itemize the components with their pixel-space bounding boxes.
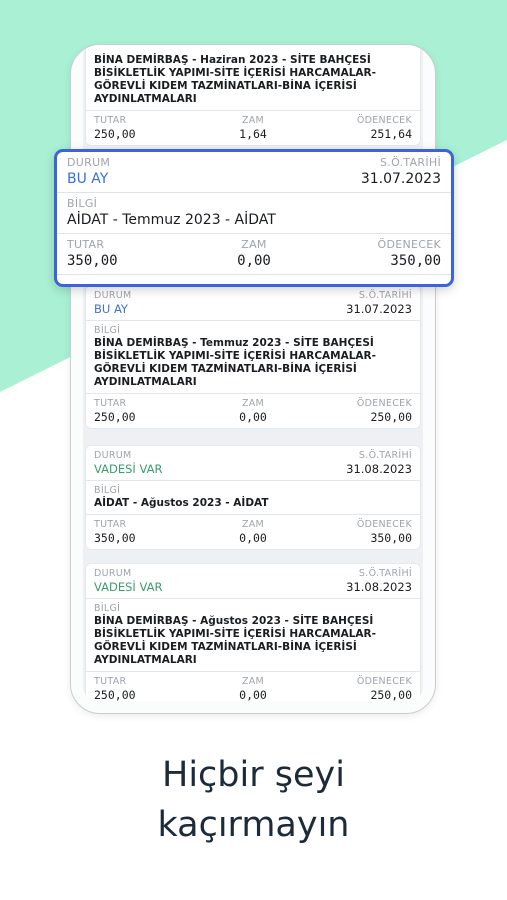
zam-label: ZAM bbox=[241, 238, 267, 251]
zam-label: ZAM bbox=[241, 115, 265, 126]
tutar-value: 250,00 bbox=[94, 688, 136, 701]
bilgi-label: BİLGİ bbox=[94, 325, 121, 336]
date-value: 31.07.2023 bbox=[346, 302, 412, 316]
zam-value: 1,64 bbox=[239, 127, 267, 141]
tutar-value: 350,00 bbox=[67, 253, 118, 269]
status-value: VADESİ VAR bbox=[94, 462, 163, 476]
zam-label: ZAM bbox=[241, 519, 265, 530]
payment-card[interactable]: DURUM VADESİ VAR S.Ö.TARİHİ 31.08.2023 BİL… bbox=[85, 563, 421, 701]
date-value: 31.07.2023 bbox=[360, 171, 441, 187]
tutar-label: TUTAR bbox=[94, 398, 127, 409]
odenecek-label: ÖDENECEK bbox=[356, 519, 412, 530]
odenecek-label: ÖDENECEK bbox=[356, 398, 412, 409]
odenecek-value: 250,00 bbox=[370, 688, 412, 701]
tutar-label: TUTAR bbox=[67, 238, 105, 251]
bilgi-label: BİLGİ bbox=[67, 197, 98, 210]
odenecek-label: ÖDENECEK bbox=[356, 115, 412, 126]
info-value: BİNA DEMİRBAŞ - Ağustos 2023 - SİTE BAHÇ… bbox=[94, 615, 376, 666]
phone-frame: BİNA DEMİRBAŞ - Haziran 2023 - SİTE BAHÇ… bbox=[70, 44, 436, 714]
tutar-label: TUTAR bbox=[94, 519, 127, 530]
tutar-label: TUTAR bbox=[94, 115, 127, 126]
status-value: VADESİ VAR bbox=[94, 580, 163, 594]
highlighted-payment-card[interactable]: DURUM BU AY S.Ö.TARİHİ 31.07.2023 BİLGİ Aİ… bbox=[54, 149, 454, 287]
info-value: AİDAT - Ağustos 2023 - AİDAT bbox=[94, 497, 269, 509]
durum-label: DURUM bbox=[94, 290, 132, 301]
durum-label: DURUM bbox=[94, 450, 132, 461]
app-screen: BİNA DEMİRBAŞ - Haziran 2023 - SİTE BAHÇ… bbox=[83, 45, 423, 701]
so-tarihi-label: S.Ö.TARİHİ bbox=[358, 290, 412, 301]
bilgi-label: BİLGİ bbox=[94, 485, 121, 496]
tutar-label: TUTAR bbox=[94, 676, 127, 687]
durum-label: DURUM bbox=[94, 568, 132, 579]
zam-value: 0,00 bbox=[239, 688, 267, 701]
payment-card[interactable]: DURUM VADESİ VAR S.Ö.TARİHİ 31.08.2023 BİL… bbox=[85, 445, 421, 550]
odenecek-value: 350,00 bbox=[390, 253, 441, 269]
date-value: 31.08.2023 bbox=[346, 580, 412, 594]
so-tarihi-label: S.Ö.TARİHİ bbox=[380, 156, 441, 169]
zam-value: 0,00 bbox=[237, 253, 271, 269]
tutar-value: 350,00 bbox=[94, 531, 136, 545]
caption-line-1: Hiçbir şeyi bbox=[162, 755, 345, 795]
odenecek-label: ÖDENECEK bbox=[377, 238, 441, 251]
bilgi-label: BİLGİ bbox=[94, 603, 121, 614]
zam-label: ZAM bbox=[241, 398, 265, 409]
odenecek-value: 350,00 bbox=[370, 531, 412, 545]
durum-label: DURUM bbox=[67, 156, 111, 169]
so-tarihi-label: S.Ö.TARİHİ bbox=[358, 450, 412, 461]
status-value: BU AY bbox=[67, 171, 109, 187]
tutar-value: 250,00 bbox=[94, 127, 136, 141]
tutar-value: 250,00 bbox=[94, 410, 136, 424]
odenecek-label: ÖDENECEK bbox=[356, 676, 412, 687]
zam-value: 0,00 bbox=[239, 531, 267, 545]
zam-label: ZAM bbox=[241, 676, 265, 687]
payment-card[interactable]: BİNA DEMİRBAŞ - Haziran 2023 - SİTE BAHÇ… bbox=[85, 45, 421, 146]
caption-line-2: kaçırmayın bbox=[157, 805, 350, 845]
odenecek-value: 250,00 bbox=[370, 410, 412, 424]
odenecek-value: 251,64 bbox=[370, 127, 412, 141]
status-value: BU AY bbox=[94, 302, 128, 316]
info-value: BİNA DEMİRBAŞ - Haziran 2023 - SİTE BAHÇ… bbox=[94, 54, 376, 105]
zam-value: 0,00 bbox=[239, 410, 267, 424]
date-value: 31.08.2023 bbox=[346, 462, 412, 476]
info-value: AİDAT - Temmuz 2023 - AİDAT bbox=[67, 212, 276, 228]
info-value: BİNA DEMİRBAŞ - Temmuz 2023 - SİTE BAHÇE… bbox=[94, 337, 376, 388]
so-tarihi-label: S.Ö.TARİHİ bbox=[358, 568, 412, 579]
payment-card[interactable]: DURUM BU AY S.Ö.TARİHİ 31.07.2023 BİLGİ Bİ… bbox=[85, 285, 421, 429]
